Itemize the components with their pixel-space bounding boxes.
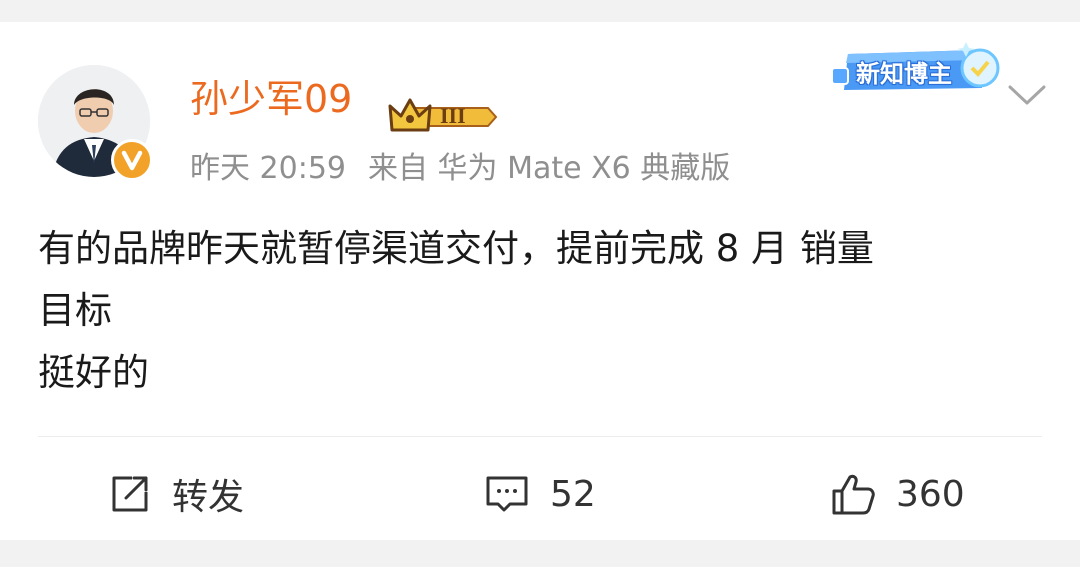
thumbs-up-icon [832, 474, 875, 515]
chevron-down-icon[interactable] [1006, 82, 1048, 112]
level-badge-label: III [440, 103, 466, 128]
new-blogger-badge[interactable]: 新知博主 [826, 32, 1004, 110]
divider [38, 436, 1042, 437]
like-button[interactable]: 360 [830, 464, 965, 524]
post-text-line: 目标 [38, 289, 112, 332]
repost-label: 转发 [172, 477, 245, 518]
member-level-badge[interactable]: III [388, 96, 500, 142]
comment-button[interactable]: 52 [484, 464, 596, 524]
repost-button[interactable]: 转发 [108, 464, 244, 524]
post-content: 有的品牌昨天就暂停渠道交付，提前完成 8 月 销量 目标 挺好的 [38, 218, 1048, 404]
post-meta: 昨天 20:59 来自 华为 Mate X6 典藏版 [190, 150, 730, 188]
verified-badge-icon [111, 139, 153, 181]
comment-icon [486, 476, 528, 512]
repost-icon [112, 476, 148, 512]
new-blogger-label: 新知博主 [856, 60, 952, 88]
username[interactable]: 孙少军09 [190, 76, 352, 122]
post-text-line: 挺好的 [38, 351, 149, 394]
comment-count: 52 [550, 473, 596, 515]
post-source[interactable]: 来自 华为 Mate X6 典藏版 [368, 151, 730, 186]
post-text-line: 有的品牌昨天就暂停渠道交付，提前完成 8 月 销量 [38, 227, 874, 270]
like-count: 360 [896, 473, 965, 515]
post-card: 孙少军09 III 昨天 20:59 来自 华为 Mate X6 典藏版 新知博主… [0, 22, 1080, 540]
post-time: 昨天 20:59 [190, 151, 346, 186]
